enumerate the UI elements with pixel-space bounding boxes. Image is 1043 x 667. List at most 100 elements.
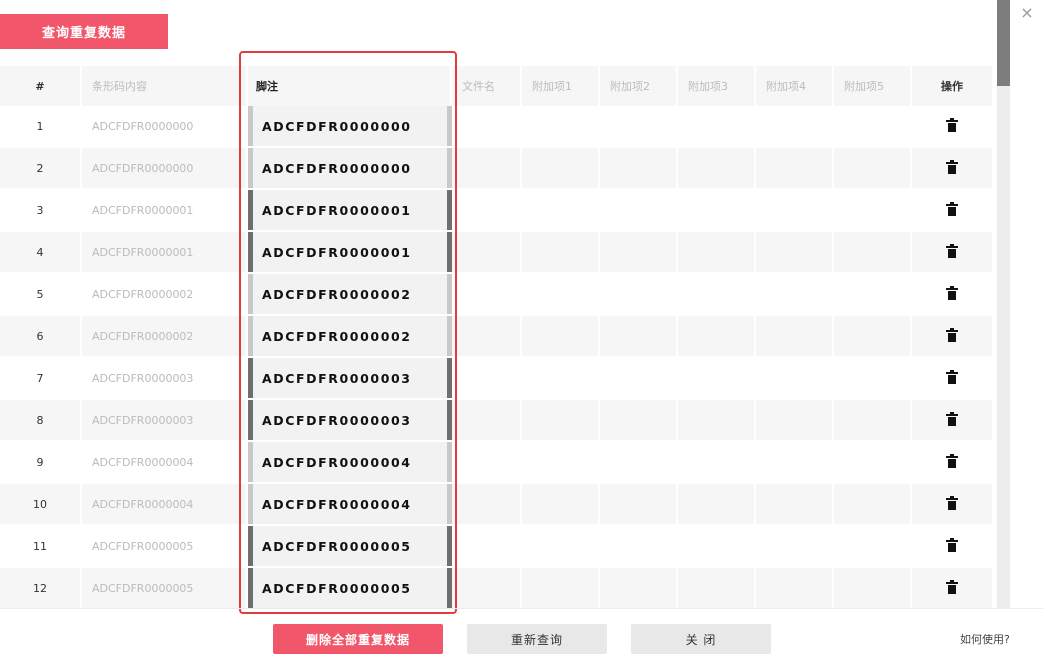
row-delete-button[interactable] [912, 274, 994, 314]
row-ext1 [522, 232, 600, 272]
row-index: 1 [0, 106, 82, 146]
row-ext2 [600, 274, 678, 314]
row-ext2 [600, 232, 678, 272]
row-file [452, 274, 522, 314]
row-note: ADCFDFR0000001 [262, 244, 412, 260]
row-ext2 [600, 190, 678, 230]
row-ext5 [834, 274, 912, 314]
row-delete-button[interactable] [912, 442, 994, 482]
requery-button[interactable]: 重新查询 [467, 624, 607, 654]
table-row: 7 ADCFDFR0000003 ADCFDFR0000003 [0, 358, 996, 400]
row-code: ADCFDFR0000002 [82, 316, 248, 356]
row-code: ADCFDFR0000001 [82, 232, 248, 272]
table-row: 2 ADCFDFR0000000 ADCFDFR0000000 [0, 148, 996, 190]
row-ext2 [600, 400, 678, 440]
row-note-cell[interactable]: ADCFDFR0000002 [248, 316, 452, 356]
row-note-cell[interactable]: ADCFDFR0000003 [248, 400, 452, 440]
row-index: 5 [0, 274, 82, 314]
row-ext4 [756, 358, 834, 398]
row-ext4 [756, 190, 834, 230]
trash-icon[interactable] [946, 328, 958, 342]
row-note: ADCFDFR0000004 [262, 454, 412, 470]
row-file [452, 568, 522, 608]
row-code: ADCFDFR0000005 [82, 568, 248, 608]
row-note-cell[interactable]: ADCFDFR0000002 [248, 274, 452, 314]
row-file [452, 400, 522, 440]
query-duplicates-button[interactable]: 查询重复数据 [0, 14, 168, 49]
row-ext2 [600, 526, 678, 566]
trash-icon[interactable] [946, 370, 958, 384]
row-note-cell[interactable]: ADCFDFR0000001 [248, 232, 452, 272]
trash-icon[interactable] [946, 160, 958, 174]
row-ext5 [834, 232, 912, 272]
trash-icon[interactable] [946, 496, 958, 510]
row-ext3 [678, 274, 756, 314]
row-delete-button[interactable] [912, 526, 994, 566]
row-ext4 [756, 148, 834, 188]
row-file [452, 442, 522, 482]
row-note: ADCFDFR0000000 [262, 160, 412, 176]
close-button[interactable]: 关 闭 [631, 624, 771, 654]
table-row: 1 ADCFDFR0000000 ADCFDFR0000000 [0, 106, 996, 148]
row-ext5 [834, 106, 912, 146]
col-ext1: 附加项1 [522, 66, 600, 106]
row-delete-button[interactable] [912, 568, 994, 608]
row-note-cell[interactable]: ADCFDFR0000004 [248, 484, 452, 524]
row-delete-button[interactable] [912, 484, 994, 524]
col-ext5: 附加项5 [834, 66, 912, 106]
row-ext2 [600, 442, 678, 482]
row-delete-button[interactable] [912, 358, 994, 398]
row-index: 9 [0, 442, 82, 482]
scrollbar[interactable] [997, 0, 1010, 608]
trash-icon[interactable] [946, 454, 958, 468]
row-note-cell[interactable]: ADCFDFR0000005 [248, 568, 452, 608]
row-index: 10 [0, 484, 82, 524]
row-code: ADCFDFR0000003 [82, 358, 248, 398]
row-code: ADCFDFR0000004 [82, 484, 248, 524]
help-link[interactable]: 如何使用? [960, 631, 1010, 647]
col-ext3: 附加项3 [678, 66, 756, 106]
scrollbar-thumb[interactable] [997, 0, 1010, 86]
row-delete-button[interactable] [912, 400, 994, 440]
row-delete-button[interactable] [912, 148, 994, 188]
row-file [452, 232, 522, 272]
col-ext4: 附加项4 [756, 66, 834, 106]
table-row: 5 ADCFDFR0000002 ADCFDFR0000002 [0, 274, 996, 316]
row-ext5 [834, 442, 912, 482]
row-index: 7 [0, 358, 82, 398]
row-delete-button[interactable] [912, 316, 994, 356]
row-note-cell[interactable]: ADCFDFR0000000 [248, 148, 452, 188]
col-ext2: 附加项2 [600, 66, 678, 106]
row-ext2 [600, 316, 678, 356]
col-note: 脚注 [248, 66, 452, 106]
row-ext3 [678, 568, 756, 608]
trash-icon[interactable] [946, 538, 958, 552]
trash-icon[interactable] [946, 286, 958, 300]
trash-icon[interactable] [946, 118, 958, 132]
row-ext5 [834, 526, 912, 566]
row-note: ADCFDFR0000004 [262, 496, 412, 512]
row-delete-button[interactable] [912, 190, 994, 230]
row-index: 3 [0, 190, 82, 230]
trash-icon[interactable] [946, 202, 958, 216]
row-ext1 [522, 106, 600, 146]
trash-icon[interactable] [946, 412, 958, 426]
row-ext1 [522, 484, 600, 524]
row-ext3 [678, 442, 756, 482]
row-delete-button[interactable] [912, 106, 994, 146]
row-ext5 [834, 400, 912, 440]
row-note-cell[interactable]: ADCFDFR0000000 [248, 106, 452, 146]
row-note-cell[interactable]: ADCFDFR0000003 [248, 358, 452, 398]
row-ext4 [756, 106, 834, 146]
row-note-cell[interactable]: ADCFDFR0000001 [248, 190, 452, 230]
trash-icon[interactable] [946, 580, 958, 594]
delete-all-duplicates-button[interactable]: 删除全部重复数据 [273, 624, 443, 654]
row-ext1 [522, 274, 600, 314]
row-ext1 [522, 358, 600, 398]
close-icon[interactable]: × [1019, 4, 1035, 22]
row-note-cell[interactable]: ADCFDFR0000005 [248, 526, 452, 566]
row-delete-button[interactable] [912, 232, 994, 272]
row-note: ADCFDFR0000003 [262, 370, 412, 386]
trash-icon[interactable] [946, 244, 958, 258]
row-note-cell[interactable]: ADCFDFR0000004 [248, 442, 452, 482]
